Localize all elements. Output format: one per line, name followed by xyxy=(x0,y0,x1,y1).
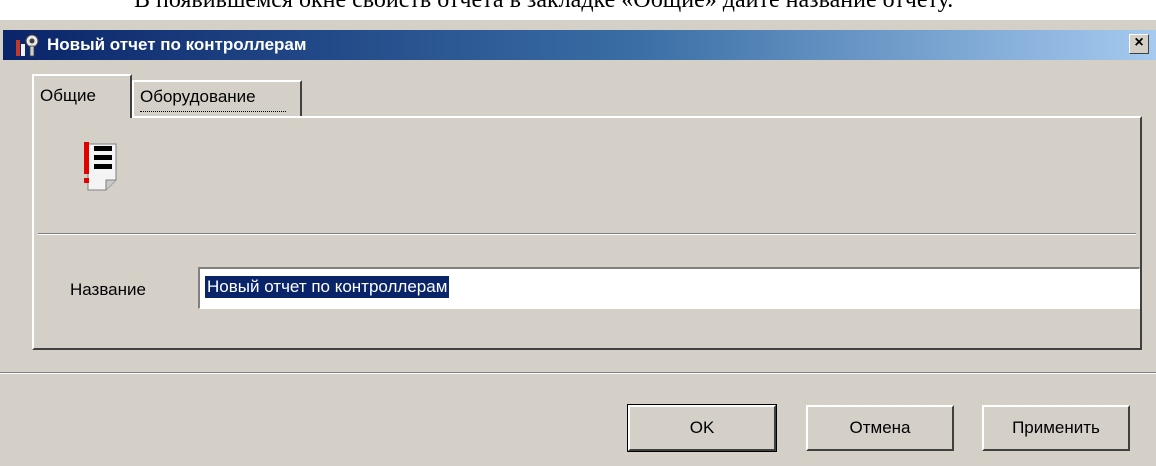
dialog-window: Новый отчет по контроллерам × Общие Обор… xyxy=(0,20,1156,466)
document-instruction: В появившемся окне свойств отчета в закл… xyxy=(134,0,954,13)
name-label: Название xyxy=(70,280,146,299)
report-document-icon xyxy=(84,142,117,191)
title-bar[interactable]: Новый отчет по контроллерам × xyxy=(3,30,1156,60)
close-button[interactable]: × xyxy=(1129,34,1149,54)
name-input-value: Новый отчет по контроллерам xyxy=(205,276,450,298)
name-input[interactable]: Новый отчет по контроллерам xyxy=(198,267,1140,309)
tab-focus-underline xyxy=(140,110,286,112)
cancel-button-label: Отмена xyxy=(849,418,911,437)
panel-separator xyxy=(38,233,1136,235)
apply-button-label: Применить xyxy=(1012,418,1100,437)
apply-button[interactable]: Применить xyxy=(982,405,1130,451)
document-text: В появившемся окне свойств отчета в закл… xyxy=(0,0,1156,20)
tab-general-label: Общие xyxy=(40,86,96,105)
cancel-button[interactable]: Отмена xyxy=(806,405,954,451)
tab-general[interactable]: Общие xyxy=(32,74,132,118)
close-icon: × xyxy=(1134,34,1144,51)
report-gear-icon xyxy=(16,34,39,57)
ok-button-label: OK xyxy=(689,418,715,437)
footer-separator xyxy=(0,372,1156,374)
window-title: Новый отчет по контроллерам xyxy=(47,35,307,54)
ok-button[interactable]: OK xyxy=(627,404,777,452)
tab-equipment-label: Оборудование xyxy=(140,87,256,106)
